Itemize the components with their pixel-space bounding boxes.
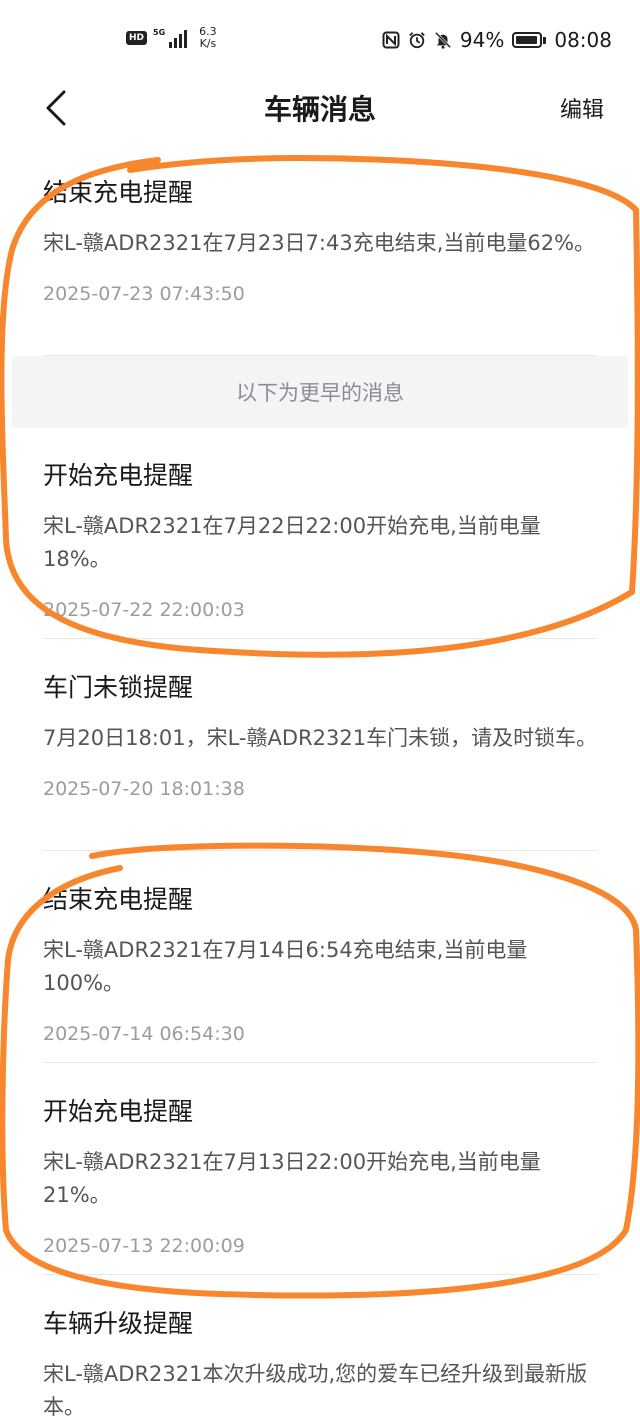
battery-icon [512,32,547,48]
message-body: 7月20日18:01，宋L-赣ADR2321车门未锁，请及时锁车。 [43,726,598,750]
message-title: 结束充电提醒 [43,885,194,914]
divider [43,1062,597,1063]
message-body: 宋L-赣ADR2321在7月14日6:54充电结束,当前电量100%。 [43,938,528,995]
message-title: 车辆升级提醒 [43,1309,194,1338]
hd-badge: HD [126,31,148,45]
divider [43,1274,597,1275]
message-body: 宋L-赣ADR2321在7月22日22:00开始充电,当前电量18%。 [43,514,541,571]
message-time: 2025-07-23 07:43:50 [43,283,245,305]
message-title: 车门未锁提醒 [43,673,194,702]
message-item[interactable]: 开始充电提醒 宋L-赣ADR2321在7月13日22:00开始充电,当前电量21… [43,1096,597,1258]
message-item[interactable]: 结束充电提醒 宋L-赣ADR2321在7月14日6:54充电结束,当前电量100… [43,884,597,1046]
message-body: 宋L-赣ADR2321在7月23日7:43充电结束,当前电量62%。 [43,231,596,255]
network-type: 5G [153,28,166,37]
mute-icon [434,31,452,49]
message-time: 2025-07-22 22:00:03 [43,599,245,621]
message-title: 开始充电提醒 [43,461,194,490]
signal-icon: 5G [153,28,188,48]
message-time: 2025-07-13 22:00:09 [43,1235,245,1257]
message-time: 2025-07-14 06:54:30 [43,1023,245,1045]
header: 车辆消息 编辑 [0,80,640,136]
divider [43,638,597,639]
message-title: 结束充电提醒 [43,178,194,207]
message-title: 开始充电提醒 [43,1097,194,1126]
message-item[interactable]: 结束充电提醒 宋L-赣ADR2321在7月23日7:43充电结束,当前电量62%… [43,177,597,306]
divider [43,850,597,851]
battery-percent: 94% [459,28,505,52]
clock: 08:08 [554,28,612,52]
status-bar: HD 5G 6.3 K/s 94% 08:08 [0,0,640,80]
status-left: HD 5G 6.3 K/s [126,26,217,50]
edit-button[interactable]: 编辑 [560,92,604,124]
earlier-messages-label: 以下为更早的消息 [12,356,628,428]
message-item[interactable]: 车门未锁提醒 7月20日18:01，宋L-赣ADR2321车门未锁，请及时锁车。… [43,672,597,801]
alarm-icon [408,31,426,49]
message-time: 2025-07-20 18:01:38 [43,778,245,800]
message-item[interactable]: 车辆升级提醒 宋L-赣ADR2321本次升级成功,您的爱车已经升级到最新版本。 [43,1308,597,1424]
network-speed: 6.3 K/s [199,25,217,50]
message-body: 宋L-赣ADR2321本次升级成功,您的爱车已经升级到最新版本。 [43,1362,588,1419]
page-title: 车辆消息 [263,93,376,126]
nfc-icon [382,31,400,49]
message-item[interactable]: 开始充电提醒 宋L-赣ADR2321在7月22日22:00开始充电,当前电量18… [43,460,597,622]
message-body: 宋L-赣ADR2321在7月13日22:00开始充电,当前电量21%。 [43,1150,541,1207]
status-right: 94% 08:08 [382,28,612,52]
